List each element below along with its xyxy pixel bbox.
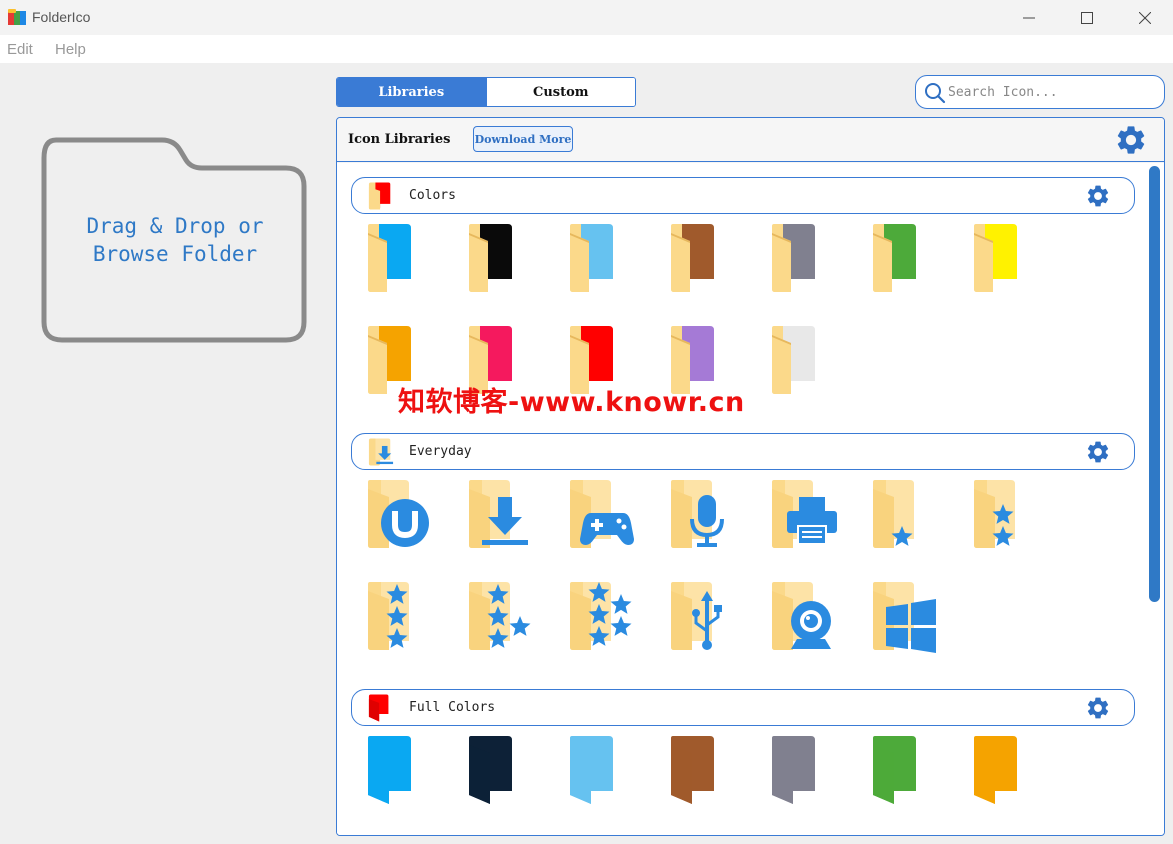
folder-icon-printer[interactable] [771, 479, 841, 553]
folder-icon-color[interactable] [569, 223, 639, 297]
folder-icon-star4[interactable] [468, 581, 538, 655]
folder-icon-star3[interactable] [367, 581, 437, 655]
section-settings-gear-icon[interactable] [1085, 439, 1111, 465]
app-logo-icon [8, 9, 26, 25]
maximize-button[interactable] [1064, 0, 1110, 35]
folder-icon-download[interactable] [468, 479, 538, 553]
search-box [915, 75, 1165, 109]
maximize-icon [1081, 11, 1093, 24]
section-label: Colors [409, 188, 456, 203]
minimize-button[interactable] [1006, 0, 1052, 35]
folder-icon-star5[interactable] [569, 581, 639, 655]
minimize-icon [1023, 17, 1035, 18]
section-settings-gear-icon[interactable] [1085, 695, 1111, 721]
folder-icon-full[interactable] [569, 735, 639, 809]
menu-edit[interactable]: Edit [7, 41, 33, 58]
folder-icon-microphone[interactable] [670, 479, 740, 553]
folder-icon-full[interactable] [973, 735, 1043, 809]
folder-icon-color[interactable] [973, 223, 1043, 297]
panel-header: Icon Libraries Download More [337, 118, 1164, 162]
folder-icon-color[interactable] [771, 325, 841, 399]
folder-icon-usb[interactable] [670, 581, 740, 655]
red-folder-icon [368, 182, 391, 210]
folder-icon-star1[interactable] [872, 479, 942, 553]
red-full-folder-icon [368, 694, 389, 722]
folder-icon-color[interactable] [468, 223, 538, 297]
panel-title: Icon Libraries [348, 132, 451, 147]
drop-zone-line2: Browse Folder [92, 242, 258, 266]
tab-libraries[interactable]: Libraries [337, 78, 486, 106]
folder-icon-color[interactable] [771, 223, 841, 297]
tab-custom[interactable]: Custom [485, 78, 635, 106]
folder-icon-color[interactable] [670, 223, 740, 297]
section-header-1[interactable]: Colors [351, 177, 1135, 214]
section-header-2[interactable]: Everyday [351, 433, 1135, 470]
folder-icon-gamepad[interactable] [569, 479, 639, 553]
scrollbar-thumb[interactable] [1149, 166, 1160, 602]
folder-icon-color[interactable] [367, 223, 437, 297]
download-more-button[interactable]: Download More [473, 126, 573, 152]
section-settings-gear-icon[interactable] [1085, 183, 1111, 209]
folder-icon-full[interactable] [367, 735, 437, 809]
window-title: FolderIco [32, 9, 91, 25]
icon-libraries-panel: Icon Libraries Download More Colors Every… [336, 117, 1165, 836]
folder-icon-full[interactable] [872, 735, 942, 809]
folder-icon-webcam[interactable] [771, 581, 841, 655]
drop-zone-text: Drag & Drop or Browse Folder [40, 212, 310, 268]
section-label: Everyday [409, 444, 472, 459]
section-header-3[interactable]: Full Colors [351, 689, 1135, 726]
folder-icon-color[interactable] [872, 223, 942, 297]
folder-icon-utorrent[interactable] [367, 479, 437, 553]
folder-icon-windows[interactable] [872, 581, 942, 655]
settings-gear-icon[interactable] [1114, 123, 1148, 157]
watermark-text: 知软博客-www.knowr.cn [398, 387, 745, 418]
library-tabs: Libraries Custom [336, 77, 636, 107]
folder-icon-full[interactable] [670, 735, 740, 809]
libraries-content: Colors Everyday Full Colors [337, 163, 1147, 835]
download-folder-icon [368, 438, 394, 466]
drop-zone-line1: Drag & Drop or [86, 214, 264, 238]
search-input[interactable] [948, 82, 1153, 102]
menu-bar: Edit Help [0, 35, 1173, 63]
menu-help[interactable]: Help [55, 41, 86, 58]
close-icon [1139, 11, 1151, 24]
search-icon [925, 83, 946, 104]
title-bar: FolderIco [0, 0, 1173, 35]
folder-icon-star2[interactable] [973, 479, 1043, 553]
section-label: Full Colors [409, 700, 496, 715]
close-button[interactable] [1122, 0, 1168, 35]
folder-icon-full[interactable] [468, 735, 538, 809]
folder-icon-full[interactable] [771, 735, 841, 809]
